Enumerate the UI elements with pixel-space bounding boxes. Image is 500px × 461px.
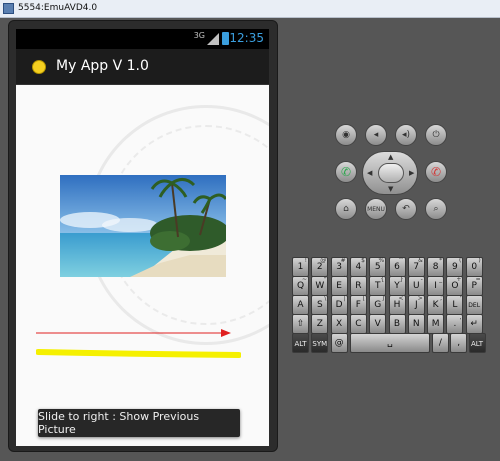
key-row3-6[interactable]: J > (407, 295, 425, 315)
key-row4-4[interactable]: V (369, 314, 387, 334)
key-row3-3[interactable]: F[ (349, 295, 367, 315)
red-arrow-line (36, 329, 231, 337)
key-row4-1[interactable]: Z (311, 314, 329, 334)
key-row3-5[interactable]: H < (388, 295, 406, 315)
search-icon[interactable]: ⌕ (425, 198, 447, 220)
key-row1-7[interactable]: 8 * (427, 257, 445, 277)
end-call-icon[interactable]: ✆ (425, 161, 447, 183)
menu-button[interactable]: MENU (365, 198, 387, 220)
dpad-down-icon[interactable]: ▼ (388, 185, 393, 193)
key-comma[interactable]: , (450, 333, 468, 353)
power-icon[interactable]: ⏻ (425, 124, 447, 146)
dpad-left-icon[interactable]: ◀ (367, 169, 372, 177)
key-slash[interactable]: / (431, 333, 449, 353)
volume-up-icon[interactable]: ◂) (395, 124, 417, 146)
key-row2-3[interactable]: R (349, 276, 367, 296)
key-row1-5[interactable]: 6 ^ (388, 257, 406, 277)
key-space[interactable]: ␣ (349, 333, 430, 353)
key-alt-left[interactable]: ALT (292, 333, 309, 353)
key-row4-0[interactable]: ⇧ (292, 314, 309, 334)
key-row2-4[interactable]: T{ (369, 276, 387, 296)
key-row4-6[interactable]: N (407, 314, 425, 334)
phone-screen[interactable]: 3G 12:35 My App V 1.0 Slide to right: S… (16, 29, 269, 446)
yellow-highlight-stroke (36, 349, 241, 358)
key-row4-8[interactable]: ., (446, 314, 464, 334)
key-row1-6[interactable]: 7 & (407, 257, 425, 277)
key-row4-5[interactable]: B (388, 314, 406, 334)
window-titlebar: 5554:EmuAVD4.0 (0, 0, 500, 18)
key-row4-3[interactable]: C (349, 314, 367, 334)
network-type: 3G (193, 31, 205, 40)
signal-strength-icon (207, 33, 219, 45)
key-row1-1[interactable]: 2 @ (311, 257, 329, 277)
beach-photo[interactable] (60, 175, 226, 277)
key-row1-2[interactable]: 3 # (330, 257, 348, 277)
key-row3-0[interactable]: A ` (292, 295, 309, 315)
back-icon[interactable]: ↶ (395, 198, 417, 220)
toast-message: Slide to right : Show Previous Picture (38, 409, 240, 437)
status-time: 12:35 (229, 31, 264, 45)
dpad-center-button[interactable] (378, 163, 404, 183)
key-sym[interactable]: SYM (311, 333, 329, 353)
camera-icon[interactable]: ◉ (335, 124, 357, 146)
volume-down-icon[interactable]: ◂ (365, 124, 387, 146)
window-title: 5554:EmuAVD4.0 (18, 3, 98, 13)
key-row3-8[interactable]: L ' (446, 295, 464, 315)
call-icon[interactable]: ✆ (335, 161, 357, 183)
key-row3-1[interactable]: S \ (311, 295, 329, 315)
key-row1-4[interactable]: 5% (369, 257, 387, 277)
key-row4-7[interactable]: M (427, 314, 445, 334)
key-row1-9[interactable]: 0) (465, 257, 483, 277)
key-row3-2[interactable]: D | (330, 295, 348, 315)
key-row2-6[interactable]: U- (407, 276, 425, 296)
emulator-app-icon (3, 3, 14, 14)
key-row3-4[interactable]: G] (369, 295, 387, 315)
key-row2-2[interactable]: E ´ (330, 276, 348, 296)
key-row1-0[interactable]: 1! (292, 257, 309, 277)
status-bar: 3G 12:35 (16, 29, 269, 49)
key-row1-8[interactable]: 9( (446, 257, 464, 277)
key-row2-1[interactable]: W " (311, 276, 329, 296)
key-row2-9[interactable]: P = (465, 276, 483, 296)
key-row3-9[interactable]: DEL (465, 295, 483, 315)
app-logo-icon[interactable] (32, 60, 46, 74)
content-area[interactable]: Slide to right : Show Previous Picture (16, 85, 269, 446)
dpad-up-icon[interactable]: ▲ (388, 153, 393, 161)
key-row3-7[interactable]: K; (427, 295, 445, 315)
key-alt-right[interactable]: ALT (468, 333, 486, 353)
hardware-controls: ◉ ◂ ◂) ⏻ ✆ ▲ ▼ ◀ ▶ ✆ ⌂ MENU ↶ ⌕ (330, 122, 450, 232)
home-icon[interactable]: ⌂ (335, 198, 357, 220)
dpad[interactable]: ▲ ▼ ◀ ▶ (362, 151, 418, 195)
key-row4-2[interactable]: X (330, 314, 348, 334)
dpad-right-icon[interactable]: ▶ (409, 169, 414, 177)
action-bar: My App V 1.0 (16, 49, 269, 85)
key-row2-0[interactable]: Q ~ (292, 276, 309, 296)
key-row2-5[interactable]: Y} (388, 276, 406, 296)
app-title: My App V 1.0 (56, 58, 149, 74)
key-row4-9[interactable]: ↵ (465, 314, 483, 334)
battery-icon (222, 32, 229, 45)
key-row2-8[interactable]: O + (446, 276, 464, 296)
hardware-keyboard: 1! 2 @3 #4 $5% 6 ^ 7 & 8 * 9(0) Q ~ W " E ´ R T{Y} U - I _ O + P = A… (292, 257, 486, 353)
key-row2-7[interactable]: I _ (427, 276, 445, 296)
key-row1-3[interactable]: 4 $ (349, 257, 367, 277)
key-at[interactable]: @ (330, 333, 348, 353)
